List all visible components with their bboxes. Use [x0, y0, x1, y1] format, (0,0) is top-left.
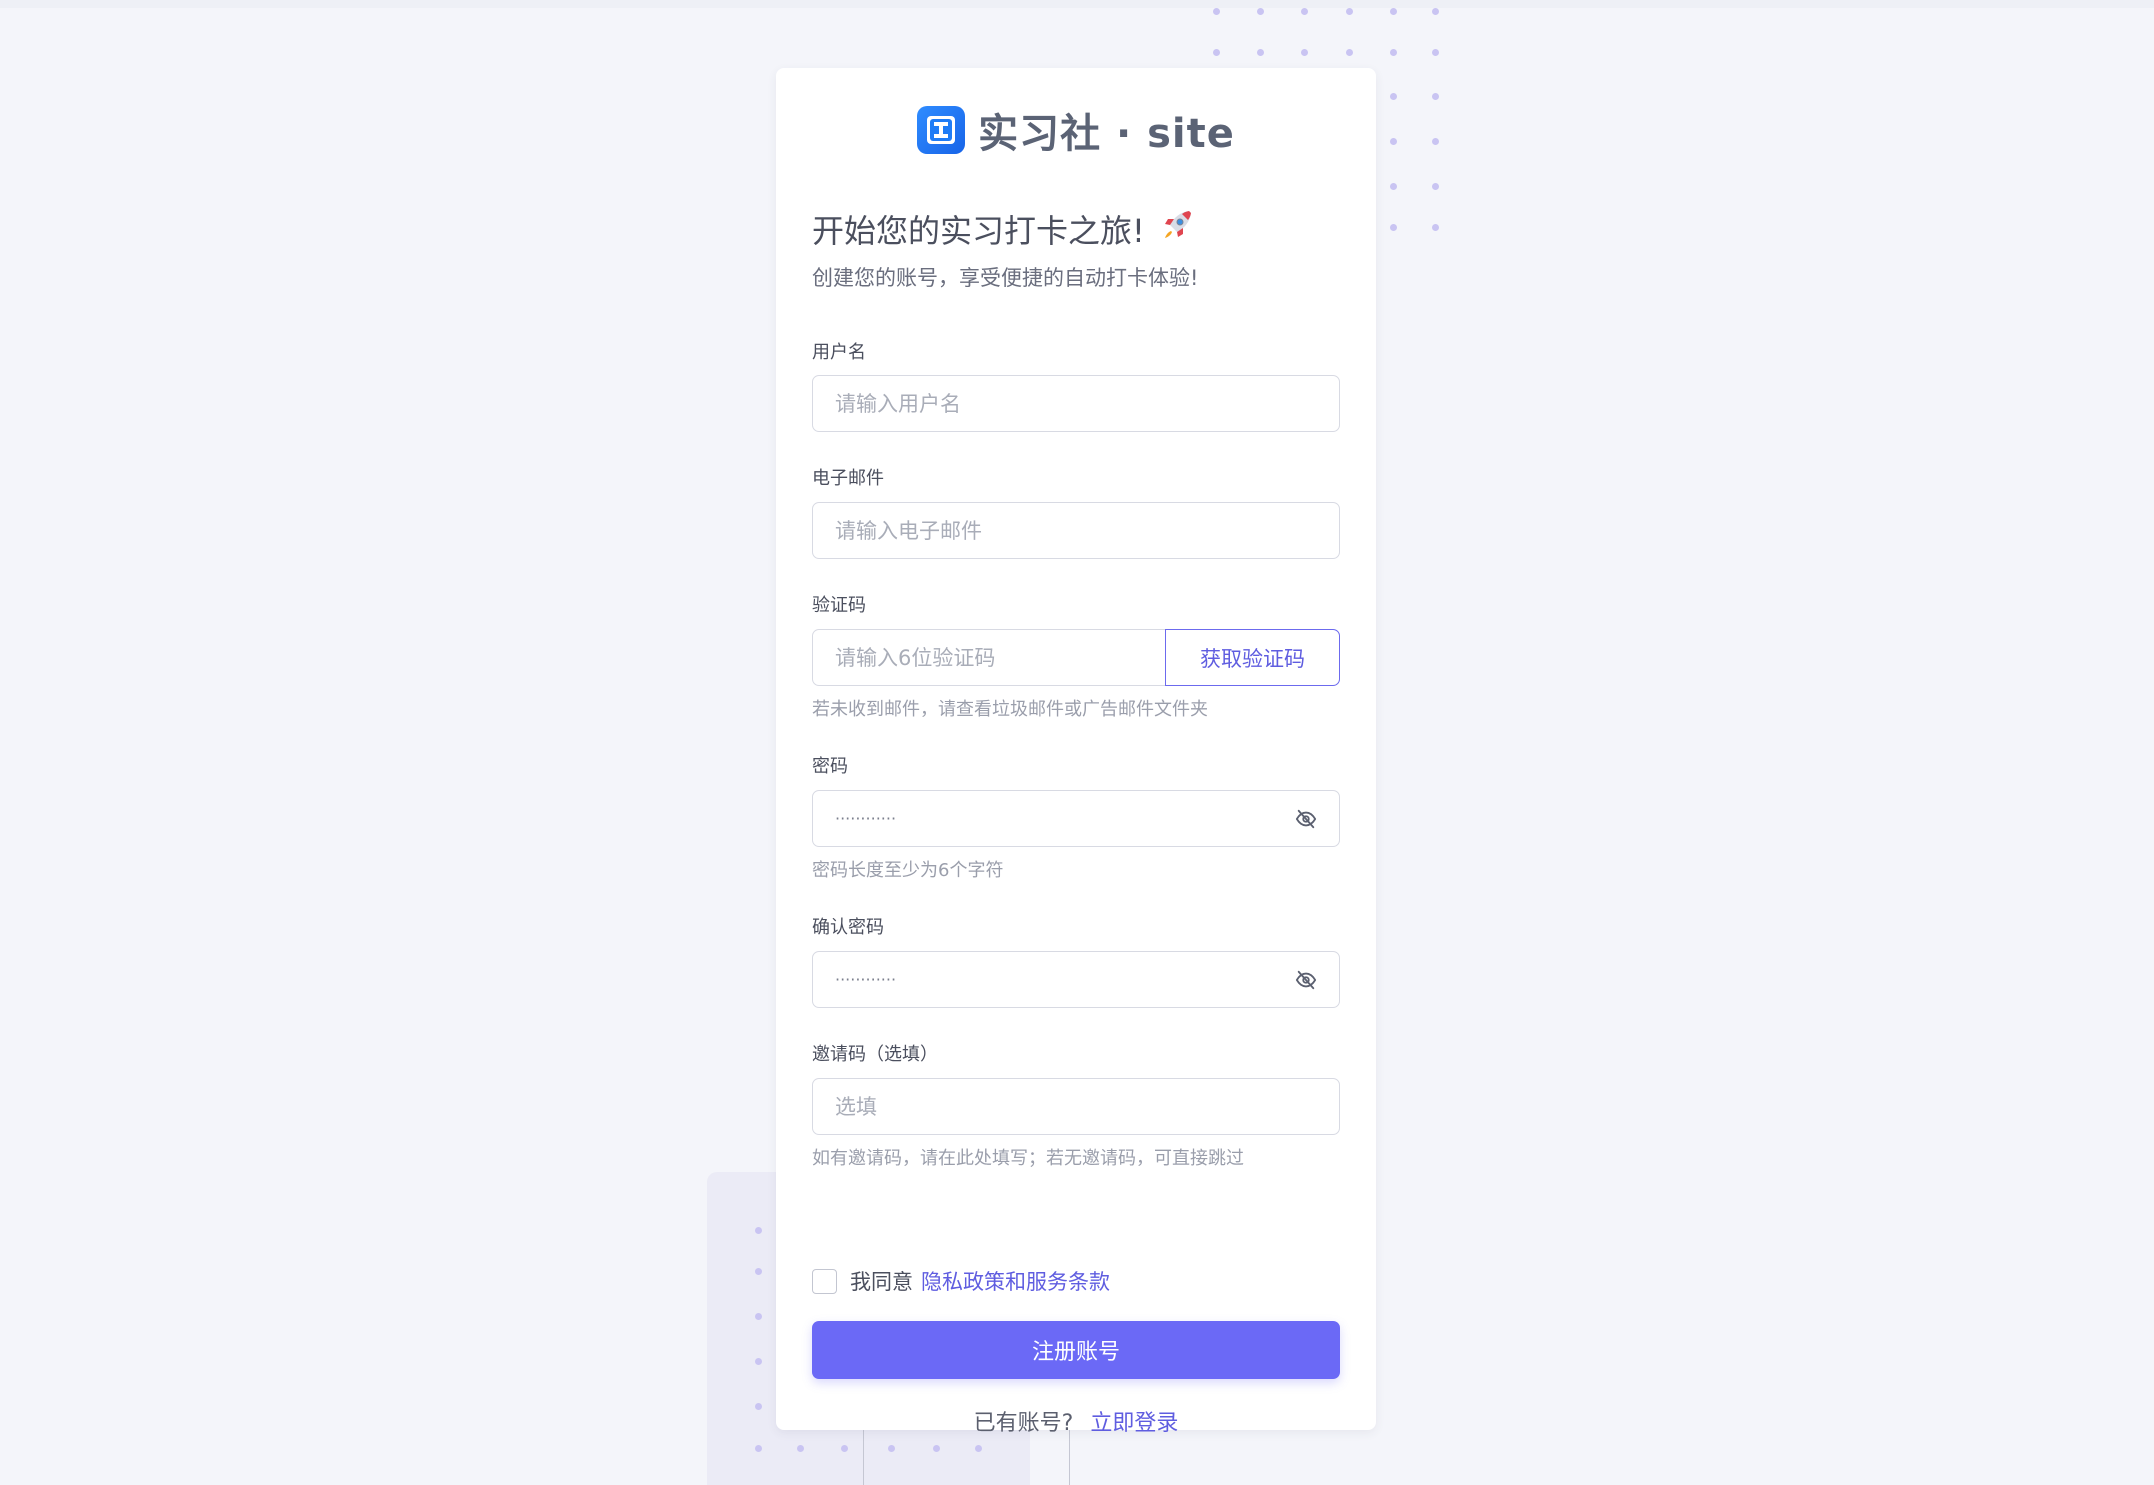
- login-question: 已有账号?: [973, 1411, 1074, 1436]
- username-input[interactable]: [813, 376, 1339, 431]
- agree-checkbox[interactable]: [812, 1268, 837, 1294]
- invite-field-wrapper: [812, 1078, 1340, 1135]
- code-label: 验证码: [812, 595, 866, 616]
- eye-off-icon[interactable]: [1295, 808, 1317, 830]
- username-field-wrapper: [812, 375, 1340, 432]
- confirm-password-label: 确认密码: [812, 917, 884, 938]
- password-hint: 密码长度至少为6个字符: [812, 860, 1004, 881]
- invite-hint: 如有邀请码，请在此处填写；若无邀请码，可直接跳过: [812, 1148, 1244, 1169]
- register-button[interactable]: 注册账号: [812, 1321, 1340, 1379]
- email-field-wrapper: [812, 502, 1340, 559]
- privacy-terms-link[interactable]: 隐私政策和服务条款: [921, 1266, 1110, 1296]
- confirm-password-field[interactable]: ············: [812, 951, 1340, 1008]
- page-title-text: 开始您的实习打卡之旅!: [812, 212, 1145, 250]
- logo-icon: [917, 106, 966, 154]
- password-label: 密码: [812, 756, 848, 777]
- code-input[interactable]: [813, 630, 1165, 685]
- decorative-line: [863, 1430, 864, 1485]
- login-link[interactable]: 立即登录: [1090, 1411, 1178, 1436]
- top-border: [0, 0, 2154, 8]
- eye-off-icon[interactable]: [1295, 969, 1317, 991]
- username-label: 用户名: [812, 342, 866, 363]
- email-label: 电子邮件: [812, 468, 884, 489]
- code-field-wrapper: [812, 629, 1166, 686]
- invite-input[interactable]: [813, 1079, 1339, 1134]
- decorative-line: [1069, 1430, 1070, 1485]
- get-code-button[interactable]: 获取验证码: [1165, 629, 1340, 686]
- page-subtitle: 创建您的账号，享受便捷的自动打卡体验!: [812, 266, 1199, 290]
- password-masked-value: ············: [835, 809, 897, 828]
- code-hint: 若未收到邮件，请查看垃圾邮件或广告邮件文件夹: [812, 699, 1208, 720]
- password-field[interactable]: ············: [812, 790, 1340, 847]
- email-input[interactable]: [813, 503, 1339, 558]
- rocket-icon: [1159, 207, 1195, 251]
- page-title: 开始您的实习打卡之旅!: [812, 206, 1195, 252]
- login-prompt: 已有账号? 立即登录: [776, 1405, 1376, 1437]
- invite-label: 邀请码（选填）: [812, 1044, 938, 1065]
- brand-name: 实习社 · site: [978, 111, 1235, 157]
- agree-text: 我同意: [850, 1270, 913, 1294]
- confirm-password-masked-value: ············: [835, 970, 897, 989]
- register-card: 实习社 · site 开始您的实习打卡之旅! 创建您的账号，享受便捷的自动打卡体…: [776, 68, 1376, 1436]
- agree-row: 我同意 隐私政策和服务条款: [812, 1266, 1110, 1296]
- brand-header: 实习社 · site: [776, 102, 1376, 158]
